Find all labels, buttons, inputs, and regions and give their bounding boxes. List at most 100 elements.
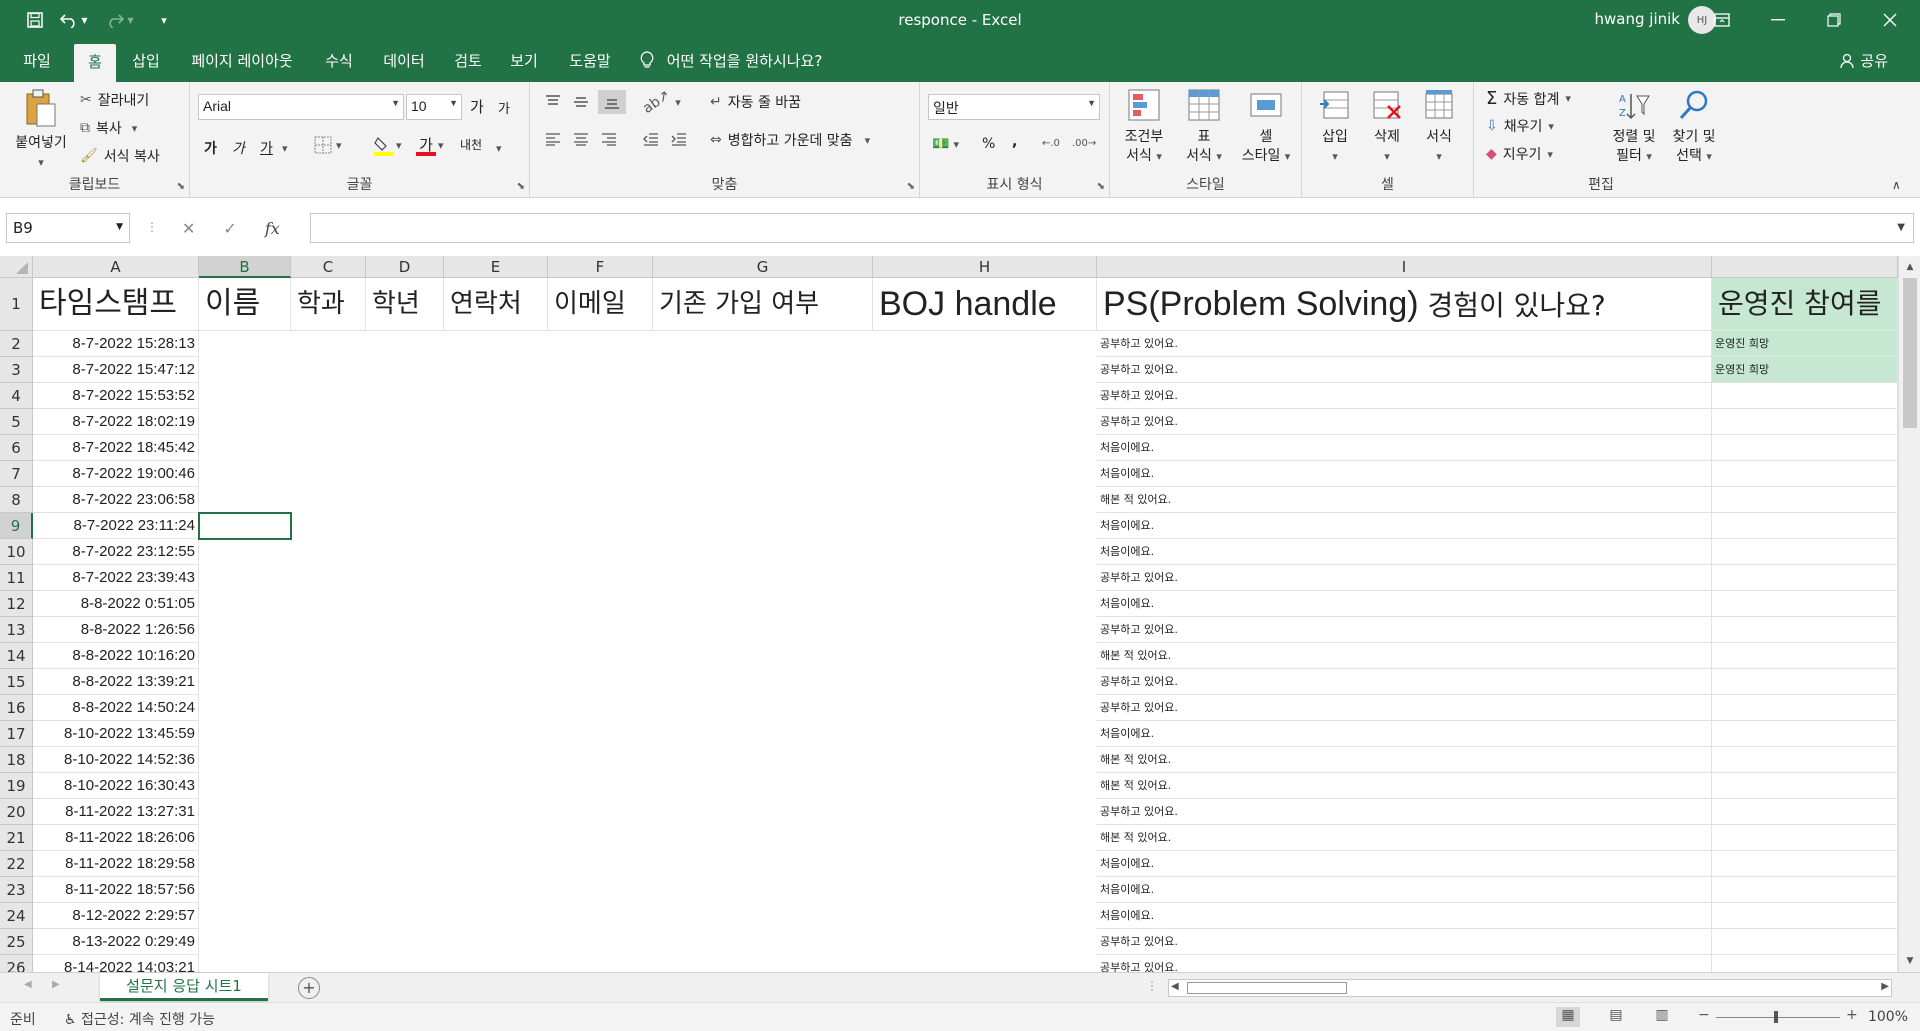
name-box[interactable]: B9 ▼ — [6, 213, 130, 243]
column-header-h[interactable]: H — [873, 256, 1097, 278]
tab-file[interactable]: 파일 — [12, 40, 62, 82]
experience-cell[interactable]: 처음이에요. — [1097, 877, 1712, 903]
wrap-text-button[interactable]: ↵ 자동 줄 바꿈 — [710, 92, 801, 112]
staff-cell[interactable] — [1712, 513, 1898, 539]
tab-help[interactable]: 도움말 — [558, 40, 622, 82]
expand-formula-bar-icon[interactable]: ▼ — [1897, 222, 1905, 233]
align-top-icon[interactable] — [544, 94, 562, 110]
experience-cell[interactable]: 공부하고 있어요. — [1097, 929, 1712, 955]
align-right-icon[interactable] — [600, 132, 618, 146]
row-header-2[interactable]: 2 — [0, 331, 33, 357]
format-painter-button[interactable]: 🖌 서식 복사 — [80, 146, 160, 166]
row-header-12[interactable]: 12 — [0, 591, 33, 617]
empty-cells[interactable] — [199, 617, 1097, 643]
autosum-button[interactable]: Σ 자동 합계 ▾ — [1486, 88, 1571, 109]
row-header-17[interactable]: 17 — [0, 721, 33, 747]
header-cell-staff[interactable]: 운영진 참여를 — [1712, 278, 1898, 331]
experience-cell[interactable]: 해본 적 있어요. — [1097, 487, 1712, 513]
font-color-button[interactable]: 가 ▾ — [416, 134, 444, 156]
timestamp-cell[interactable]: 8-8-2022 1:26:56 — [33, 617, 199, 643]
font-size-select[interactable]: 10 ▼ — [406, 94, 462, 120]
row-header-6[interactable]: 6 — [0, 435, 33, 461]
tab-splitter[interactable]: ⋮ — [1146, 979, 1158, 993]
timestamp-cell[interactable]: 8-12-2022 2:29:57 — [33, 903, 199, 929]
format-cells-button[interactable]: 서식 ▾ — [1414, 88, 1464, 166]
underline-button[interactable]: 가 — [260, 138, 273, 158]
tab-page-layout[interactable]: 페이지 레이아웃 — [180, 40, 304, 82]
header-cell-timestamp[interactable]: 타임스탬프 — [33, 278, 199, 331]
column-header-c[interactable]: C — [291, 256, 366, 278]
timestamp-cell[interactable]: 8-14-2022 14:03:21 — [33, 955, 199, 972]
close-icon[interactable] — [1862, 0, 1918, 40]
timestamp-cell[interactable]: 8-7-2022 15:28:13 — [33, 331, 199, 357]
scroll-up-icon[interactable]: ▲ — [1899, 258, 1920, 276]
row-header-3[interactable]: 3 — [0, 357, 33, 383]
row-header-23[interactable]: 23 — [0, 877, 33, 903]
increase-indent-icon[interactable] — [670, 132, 688, 146]
decrease-decimal-icon[interactable]: .00→ — [1072, 138, 1096, 149]
conditional-formatting-button[interactable]: 조건부 서식 ▾ — [1116, 88, 1172, 166]
timestamp-cell[interactable]: 8-7-2022 19:00:46 — [33, 461, 199, 487]
horizontal-scrollbar[interactable]: ◀ ▶ — [1168, 979, 1892, 997]
copy-button[interactable]: ⧉ 복사 ▾ — [80, 118, 137, 138]
restore-icon[interactable] — [1806, 0, 1862, 40]
timestamp-cell[interactable]: 8-7-2022 15:53:52 — [33, 383, 199, 409]
tell-me-search[interactable]: 어떤 작업을 원하시나요? — [640, 40, 822, 82]
staff-cell[interactable] — [1712, 539, 1898, 565]
dialog-launcher-icon[interactable]: ⬊ — [517, 181, 525, 192]
staff-cell[interactable]: 운영진 희망 — [1712, 357, 1898, 383]
header-cell-email[interactable]: 이메일 — [548, 278, 653, 331]
row-header-11[interactable]: 11 — [0, 565, 33, 591]
experience-cell[interactable]: 해본 적 있어요. — [1097, 773, 1712, 799]
experience-cell[interactable]: 공부하고 있어요. — [1097, 383, 1712, 409]
accessibility-status[interactable]: ♿ 접근성: 계속 진행 가능 — [64, 1009, 215, 1029]
staff-cell[interactable] — [1712, 565, 1898, 591]
experience-cell[interactable]: 처음이에요. — [1097, 591, 1712, 617]
timestamp-cell[interactable]: 8-7-2022 23:11:24 — [33, 513, 199, 539]
align-center-icon[interactable] — [572, 132, 590, 146]
timestamp-cell[interactable]: 8-10-2022 13:45:59 — [33, 721, 199, 747]
row-header-16[interactable]: 16 — [0, 695, 33, 721]
sort-filter-button[interactable]: AZ 정렬 및 필터 ▾ — [1606, 88, 1662, 166]
phonetic-button[interactable]: 내천 — [460, 136, 482, 153]
experience-cell[interactable]: 공부하고 있어요. — [1097, 565, 1712, 591]
scroll-right-icon[interactable]: ▶ — [1881, 981, 1889, 992]
experience-cell[interactable]: 공부하고 있어요. — [1097, 799, 1712, 825]
staff-cell[interactable] — [1712, 409, 1898, 435]
timestamp-cell[interactable]: 8-7-2022 15:47:12 — [33, 357, 199, 383]
column-header-g[interactable]: G — [653, 256, 873, 278]
timestamp-cell[interactable]: 8-8-2022 14:50:24 — [33, 695, 199, 721]
minimize-icon[interactable] — [1750, 0, 1806, 40]
experience-cell[interactable]: 처음이에요. — [1097, 721, 1712, 747]
staff-cell[interactable] — [1712, 825, 1898, 851]
italic-button[interactable]: 가 — [232, 138, 245, 158]
accounting-format-icon[interactable]: 💵 ▾ — [932, 136, 959, 152]
staff-cell[interactable] — [1712, 487, 1898, 513]
header-cell-membership[interactable]: 기존 가입 여부 — [653, 278, 873, 331]
user-name[interactable]: hwang jinik — [1595, 10, 1680, 28]
font-name-select[interactable]: Arial ▼ — [198, 94, 404, 120]
select-all-corner[interactable] — [0, 256, 33, 278]
staff-cell[interactable] — [1712, 747, 1898, 773]
staff-cell[interactable] — [1712, 461, 1898, 487]
experience-cell[interactable]: 처음이에요. — [1097, 539, 1712, 565]
row-header-8[interactable]: 8 — [0, 487, 33, 513]
empty-cells[interactable] — [199, 851, 1097, 877]
timestamp-cell[interactable]: 8-7-2022 18:45:42 — [33, 435, 199, 461]
decrease-indent-icon[interactable] — [642, 132, 660, 146]
row-header-18[interactable]: 18 — [0, 747, 33, 773]
empty-cells[interactable] — [199, 695, 1097, 721]
dialog-launcher-icon[interactable]: ⬊ — [1097, 181, 1105, 192]
merge-center-button[interactable]: ⇔ 병합하고 가운데 맞춤 ▾ — [710, 130, 870, 150]
empty-cells[interactable] — [199, 669, 1097, 695]
row-header-14[interactable]: 14 — [0, 643, 33, 669]
row-header-1[interactable]: 1 — [0, 278, 33, 331]
phonetic-dropdown[interactable]: ▾ — [496, 142, 502, 155]
timestamp-cell[interactable]: 8-11-2022 18:57:56 — [33, 877, 199, 903]
empty-cells[interactable] — [199, 539, 1097, 565]
underline-dropdown[interactable]: ▾ — [282, 142, 288, 155]
column-header-f[interactable]: F — [548, 256, 653, 278]
experience-cell[interactable]: 공부하고 있어요. — [1097, 669, 1712, 695]
experience-cell[interactable]: 해본 적 있어요. — [1097, 643, 1712, 669]
header-cell-ps-experience[interactable]: PS(Problem Solving) 경험이 있나요? — [1097, 278, 1712, 331]
